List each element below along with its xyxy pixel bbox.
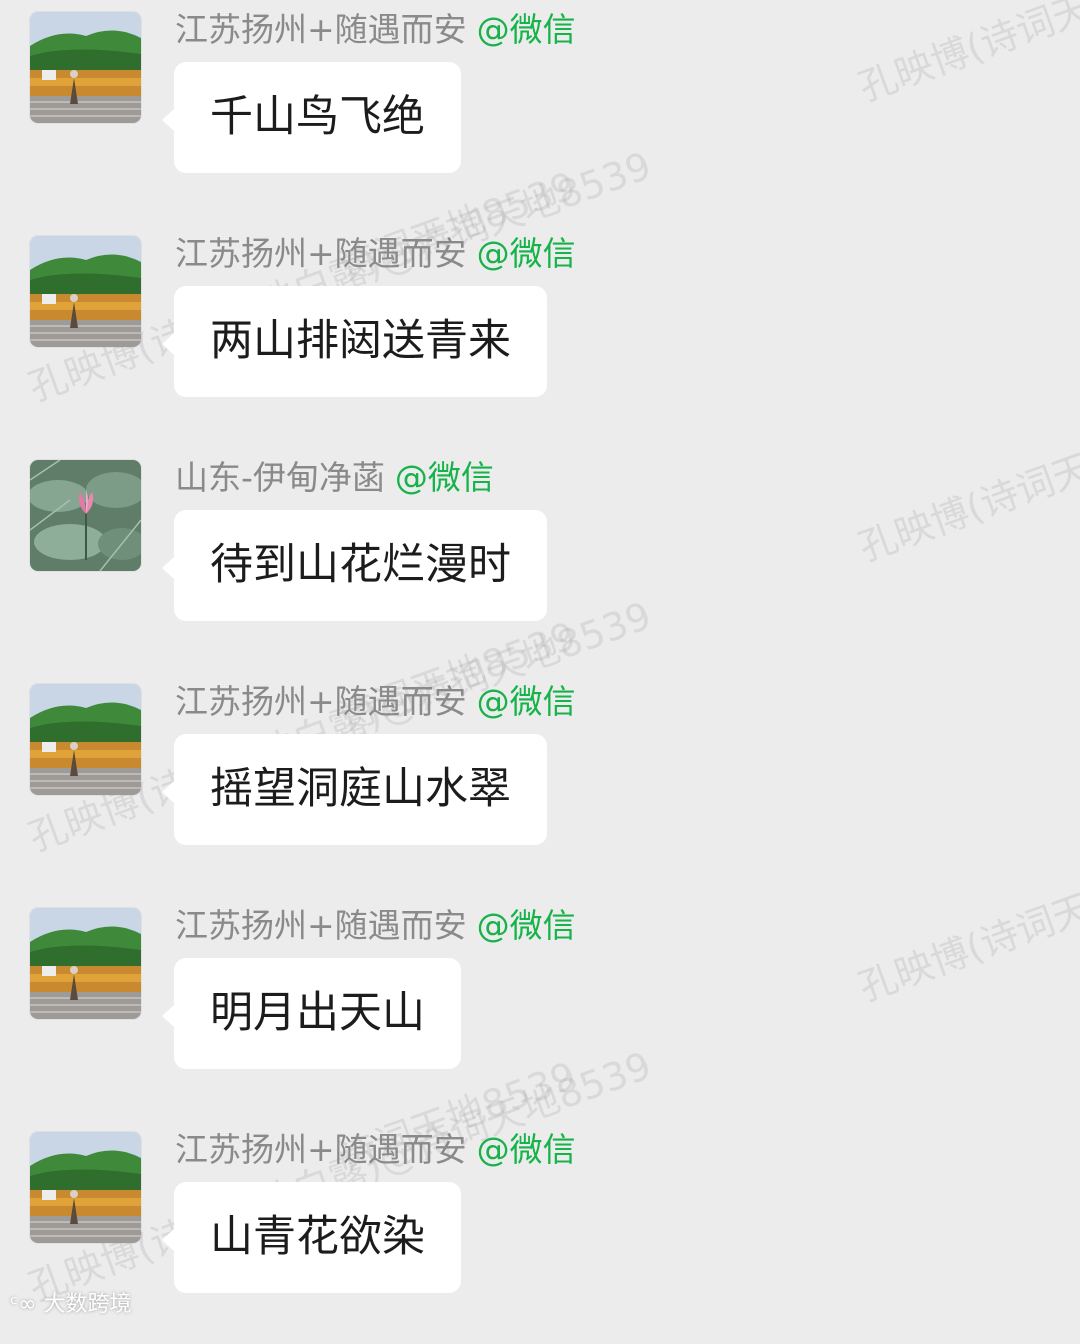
chat-message: 山东-伊甸净菡 @微信 待到山花烂漫时: [0, 448, 1080, 672]
landscape-avatar-image: [30, 12, 141, 123]
landscape-avatar-image: [30, 908, 141, 1019]
message-bubble[interactable]: 待到山花烂漫时: [162, 510, 547, 621]
message-bubble[interactable]: 山青花欲染: [162, 1182, 461, 1293]
sender-line: 江苏扬州+随遇而安 @微信: [175, 10, 576, 50]
lotus-avatar-image: [30, 460, 141, 571]
chat-message: 江苏扬州+随遇而安 @微信 明月出天山: [0, 896, 1080, 1120]
landscape-avatar[interactable]: [30, 1132, 141, 1243]
landscape-avatar[interactable]: [30, 684, 141, 795]
wechat-tag: @微信: [394, 458, 494, 497]
landscape-avatar[interactable]: [30, 908, 141, 1019]
landscape-avatar-image: [30, 1132, 141, 1243]
sender-line: 山东-伊甸净菡 @微信: [175, 458, 494, 498]
wechat-tag: @微信: [476, 1130, 576, 1169]
wechat-tag: @微信: [476, 906, 576, 945]
chat-message: 江苏扬州+随遇而安 @微信 两山排闼送青来: [0, 224, 1080, 448]
sender-name: 江苏扬州+随遇而安: [175, 682, 467, 721]
chat-message: 江苏扬州+随遇而安 @微信 摇望洞庭山水翠: [0, 672, 1080, 896]
sender-line: 江苏扬州+随遇而安 @微信: [175, 1130, 576, 1170]
landscape-avatar[interactable]: [30, 12, 141, 123]
sender-line: 江苏扬州+随遇而安 @微信: [175, 906, 576, 946]
sender-line: 江苏扬州+随遇而安 @微信: [175, 234, 576, 274]
landscape-avatar[interactable]: [30, 236, 141, 347]
chat-area: 孔映博(诗词天地 诗词天地8539 孔映博(诗词天地白露)@诗词天地8539 孔…: [0, 0, 1080, 1325]
sender-name: 江苏扬州+随遇而安: [175, 234, 467, 273]
wechat-tag: @微信: [476, 234, 576, 273]
brand-logo-icon: ᶜ∞: [10, 1292, 44, 1317]
wechat-tag: @微信: [476, 10, 576, 49]
landscape-avatar-image: [30, 684, 141, 795]
lotus-avatar[interactable]: [30, 460, 141, 571]
message-bubble[interactable]: 千山鸟飞绝: [162, 62, 461, 173]
chat-message: 江苏扬州+随遇而安 @微信 山青花欲染: [0, 1120, 1080, 1344]
corner-logo: ᶜ∞ 大数跨境: [10, 1290, 131, 1320]
sender-name: 江苏扬州+随遇而安: [175, 1130, 467, 1169]
message-bubble[interactable]: 明月出天山: [162, 958, 461, 1069]
sender-name: 江苏扬州+随遇而安: [175, 10, 467, 49]
sender-name: 江苏扬州+随遇而安: [175, 906, 467, 945]
landscape-avatar-image: [30, 236, 141, 347]
chat-message: 江苏扬州+随遇而安 @微信 千山鸟飞绝: [0, 0, 1080, 224]
message-bubble[interactable]: 两山排闼送青来: [162, 286, 547, 397]
sender-line: 江苏扬州+随遇而安 @微信: [175, 682, 576, 722]
message-bubble[interactable]: 摇望洞庭山水翠: [162, 734, 547, 845]
wechat-tag: @微信: [476, 682, 576, 721]
corner-logo-text: 大数跨境: [43, 1292, 132, 1317]
sender-name: 山东-伊甸净菡: [175, 458, 385, 497]
